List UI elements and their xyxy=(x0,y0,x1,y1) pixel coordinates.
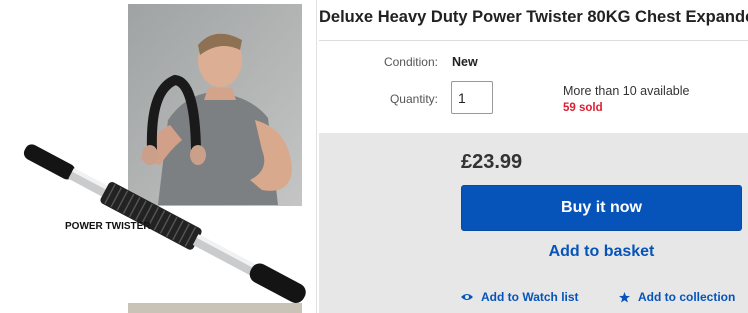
collection-label: Add to collection xyxy=(638,290,736,304)
star-icon xyxy=(619,291,630,303)
condition-value: New xyxy=(452,55,478,69)
quantity-label: Quantity: xyxy=(389,92,438,106)
price: £23.99 xyxy=(461,151,523,173)
product-photo xyxy=(23,4,306,313)
product-image[interactable]: POWER TWISTER xyxy=(0,0,310,313)
page-title: Deluxe Heavy Duty Power Twister 80KG Che… xyxy=(319,8,748,26)
image-caption: POWER TWISTER xyxy=(65,221,151,232)
add-to-basket-button[interactable]: Add to basket xyxy=(461,243,742,261)
divider xyxy=(316,0,317,313)
eye-icon xyxy=(461,293,473,301)
sold-count: 59 sold xyxy=(563,102,603,114)
availability-text: More than 10 available xyxy=(563,84,690,98)
buy-now-button[interactable]: Buy it now xyxy=(461,185,742,231)
add-to-watch-list-link[interactable]: Add to Watch list xyxy=(461,290,579,304)
add-to-collection-link[interactable]: Add to collection xyxy=(619,290,735,304)
title-divider xyxy=(319,40,748,41)
watch-label: Add to Watch list xyxy=(481,290,579,304)
quantity-input[interactable] xyxy=(451,81,493,114)
condition-label: Condition: xyxy=(383,55,438,69)
